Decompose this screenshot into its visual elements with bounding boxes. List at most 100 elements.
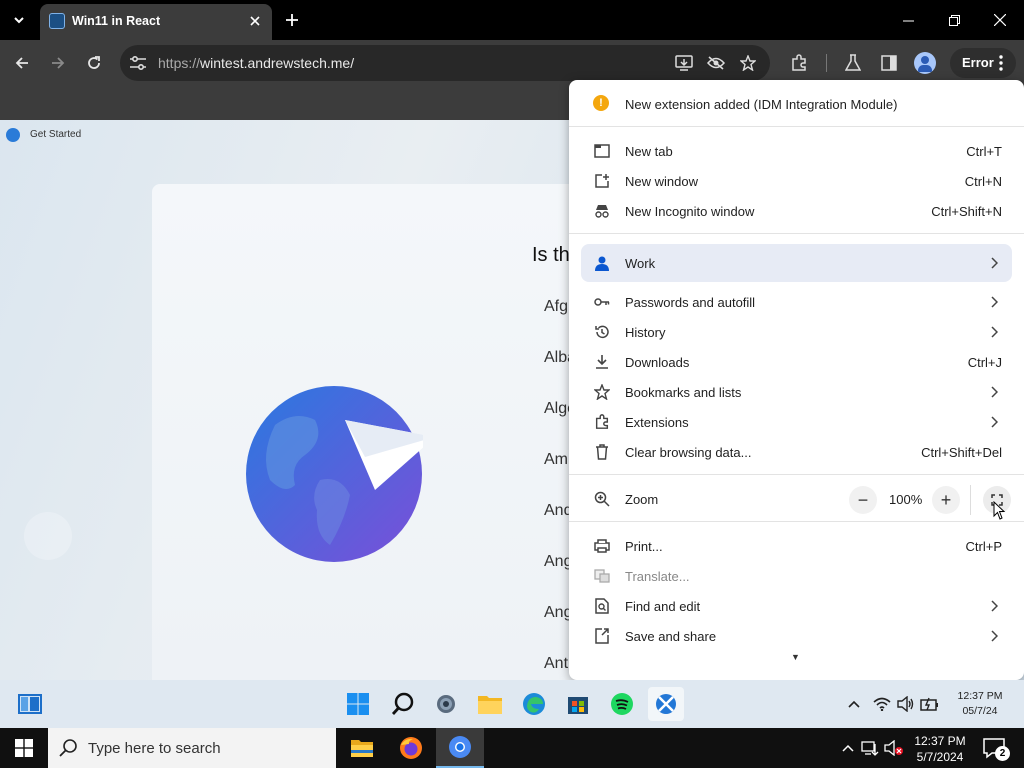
- country-item[interactable]: Afg: [544, 298, 568, 316]
- menu-item-label: Bookmarks and lists: [625, 385, 742, 400]
- site-settings-button[interactable]: [128, 53, 148, 73]
- plus-icon: [286, 14, 298, 26]
- reload-button[interactable]: [80, 49, 108, 77]
- menu-item-shortcut: Ctrl+J: [967, 355, 1002, 370]
- profile-error-button[interactable]: Error: [950, 48, 1016, 78]
- side-panel-icon: [881, 55, 897, 71]
- extension-added-notice[interactable]: New extension added (IDM Integration Mod…: [625, 97, 897, 112]
- menu-item-label: Find and edit: [625, 599, 701, 614]
- taskbar-file-explorer[interactable]: [338, 728, 386, 768]
- country-item[interactable]: Ant: [544, 655, 568, 673]
- search-button[interactable]: [389, 690, 417, 718]
- volume-button[interactable]: [896, 694, 916, 714]
- address-bar[interactable]: https://wintest.andrewstech.me/: [120, 45, 770, 81]
- menu-item-downloads[interactable]: Downloads Ctrl+J: [569, 347, 1024, 377]
- menu-item-save-share[interactable]: Save and share: [569, 621, 1024, 651]
- restore-button[interactable]: [940, 6, 968, 34]
- battery-button[interactable]: [920, 694, 940, 714]
- url-protocol: https://: [158, 55, 201, 71]
- menu-item-incognito[interactable]: New Incognito window Ctrl+Shift+N: [569, 196, 1024, 226]
- new-tab-button[interactable]: [280, 8, 304, 32]
- close-window-button[interactable]: [986, 6, 1014, 34]
- forward-button[interactable]: [44, 49, 72, 77]
- getstarted-app-button[interactable]: [648, 687, 684, 721]
- menu-item-clear-data[interactable]: Clear browsing data... Ctrl+Shift+Del: [569, 437, 1024, 467]
- browser-tab[interactable]: Win11 in React: [40, 4, 272, 40]
- chevron-right-icon: [988, 323, 1000, 341]
- tracking-protection-button[interactable]: [706, 53, 726, 73]
- win11-clock[interactable]: 12:37 PM 05/7/24: [942, 689, 1018, 719]
- country-item[interactable]: Am: [544, 451, 568, 469]
- menu-item-bookmarks[interactable]: Bookmarks and lists: [569, 377, 1024, 407]
- extensions-button[interactable]: [788, 52, 810, 74]
- minimize-button[interactable]: [894, 6, 922, 34]
- reload-icon: [88, 56, 100, 69]
- taskbar-firefox[interactable]: [387, 728, 435, 768]
- spotify-button[interactable]: [608, 690, 636, 718]
- page-question: Is th: [532, 244, 570, 266]
- zoom-in-button[interactable]: +: [932, 486, 960, 514]
- incognito-icon: [593, 202, 611, 220]
- menu-item-label: Zoom: [625, 492, 659, 507]
- key-icon: [593, 293, 611, 311]
- widgets-button[interactable]: [16, 690, 44, 718]
- restore-icon: [948, 14, 960, 26]
- show-hidden-icons-button[interactable]: [844, 694, 864, 714]
- edge-browser-button[interactable]: [520, 690, 548, 718]
- new-window-icon: [593, 172, 611, 190]
- install-app-button[interactable]: [674, 53, 694, 73]
- chevron-right-icon: [988, 293, 1000, 311]
- file-explorer-button[interactable]: [476, 690, 504, 718]
- taskbar-search-box[interactable]: Type here to search: [48, 728, 336, 768]
- start-menu-button[interactable]: [344, 690, 372, 718]
- menu-item-extensions[interactable]: Extensions: [569, 407, 1024, 437]
- windows-logo-icon: [347, 693, 369, 715]
- search-icon: [391, 692, 414, 715]
- close-tab-button[interactable]: [246, 12, 264, 30]
- store-button[interactable]: [564, 690, 592, 718]
- taskbar-hidden-icons[interactable]: [838, 738, 858, 758]
- zoom-out-button[interactable]: −: [849, 486, 877, 514]
- firefox-icon: [400, 737, 422, 759]
- menu-item-shortcut: Ctrl+Shift+N: [931, 204, 1002, 219]
- chevron-up-icon: [848, 700, 860, 708]
- taskbar-volume[interactable]: [884, 738, 904, 758]
- tab-title: Win11 in React: [72, 14, 161, 28]
- minimize-icon: [902, 20, 914, 21]
- scroll-down-icon[interactable]: ▼: [791, 652, 800, 662]
- menu-item-work-profile[interactable]: Work: [581, 244, 1012, 282]
- side-panel-button[interactable]: [878, 52, 900, 74]
- taskbar-network[interactable]: [860, 738, 880, 758]
- folder-icon: [478, 696, 502, 714]
- menu-item-label: Extensions: [625, 415, 689, 430]
- menu-item-history[interactable]: History: [569, 317, 1024, 347]
- settings-app-button[interactable]: [432, 690, 460, 718]
- globe-icon: [246, 386, 423, 562]
- menu-item-label: Translate...: [625, 569, 690, 584]
- menu-item-find-edit[interactable]: Find and edit: [569, 591, 1024, 621]
- menu-item-label: Downloads: [625, 355, 690, 370]
- tab-search-button[interactable]: [6, 8, 32, 32]
- menu-item-new-tab[interactable]: New tab Ctrl+T: [569, 136, 1024, 166]
- tab-strip: Win11 in React: [0, 0, 1024, 40]
- history-icon: [593, 323, 611, 341]
- menu-item-new-window[interactable]: New window Ctrl+N: [569, 166, 1024, 196]
- wifi-button[interactable]: [872, 694, 892, 714]
- menu-item-print[interactable]: Print... Ctrl+P: [569, 531, 1024, 561]
- back-arrow-icon: [15, 57, 28, 69]
- url-text[interactable]: https://wintest.andrewstech.me/: [158, 55, 354, 71]
- eye-off-icon: [707, 56, 725, 70]
- bookmark-star-button[interactable]: [738, 53, 758, 73]
- background-circle: [24, 512, 72, 560]
- windows-start-button[interactable]: [0, 728, 48, 768]
- warning-icon: !: [593, 95, 609, 111]
- menu-item-passwords[interactable]: Passwords and autofill: [569, 287, 1024, 317]
- back-button[interactable]: [8, 49, 36, 77]
- labs-button[interactable]: [842, 52, 864, 74]
- menu-item-translate[interactable]: Translate...: [569, 561, 1024, 591]
- taskbar-clock[interactable]: 12:37 PM 5/7/2024: [908, 733, 972, 765]
- forward-arrow-icon: [52, 57, 65, 69]
- profile-avatar[interactable]: [914, 52, 936, 74]
- translate-icon: [593, 567, 611, 585]
- taskbar-chrome[interactable]: [436, 728, 484, 768]
